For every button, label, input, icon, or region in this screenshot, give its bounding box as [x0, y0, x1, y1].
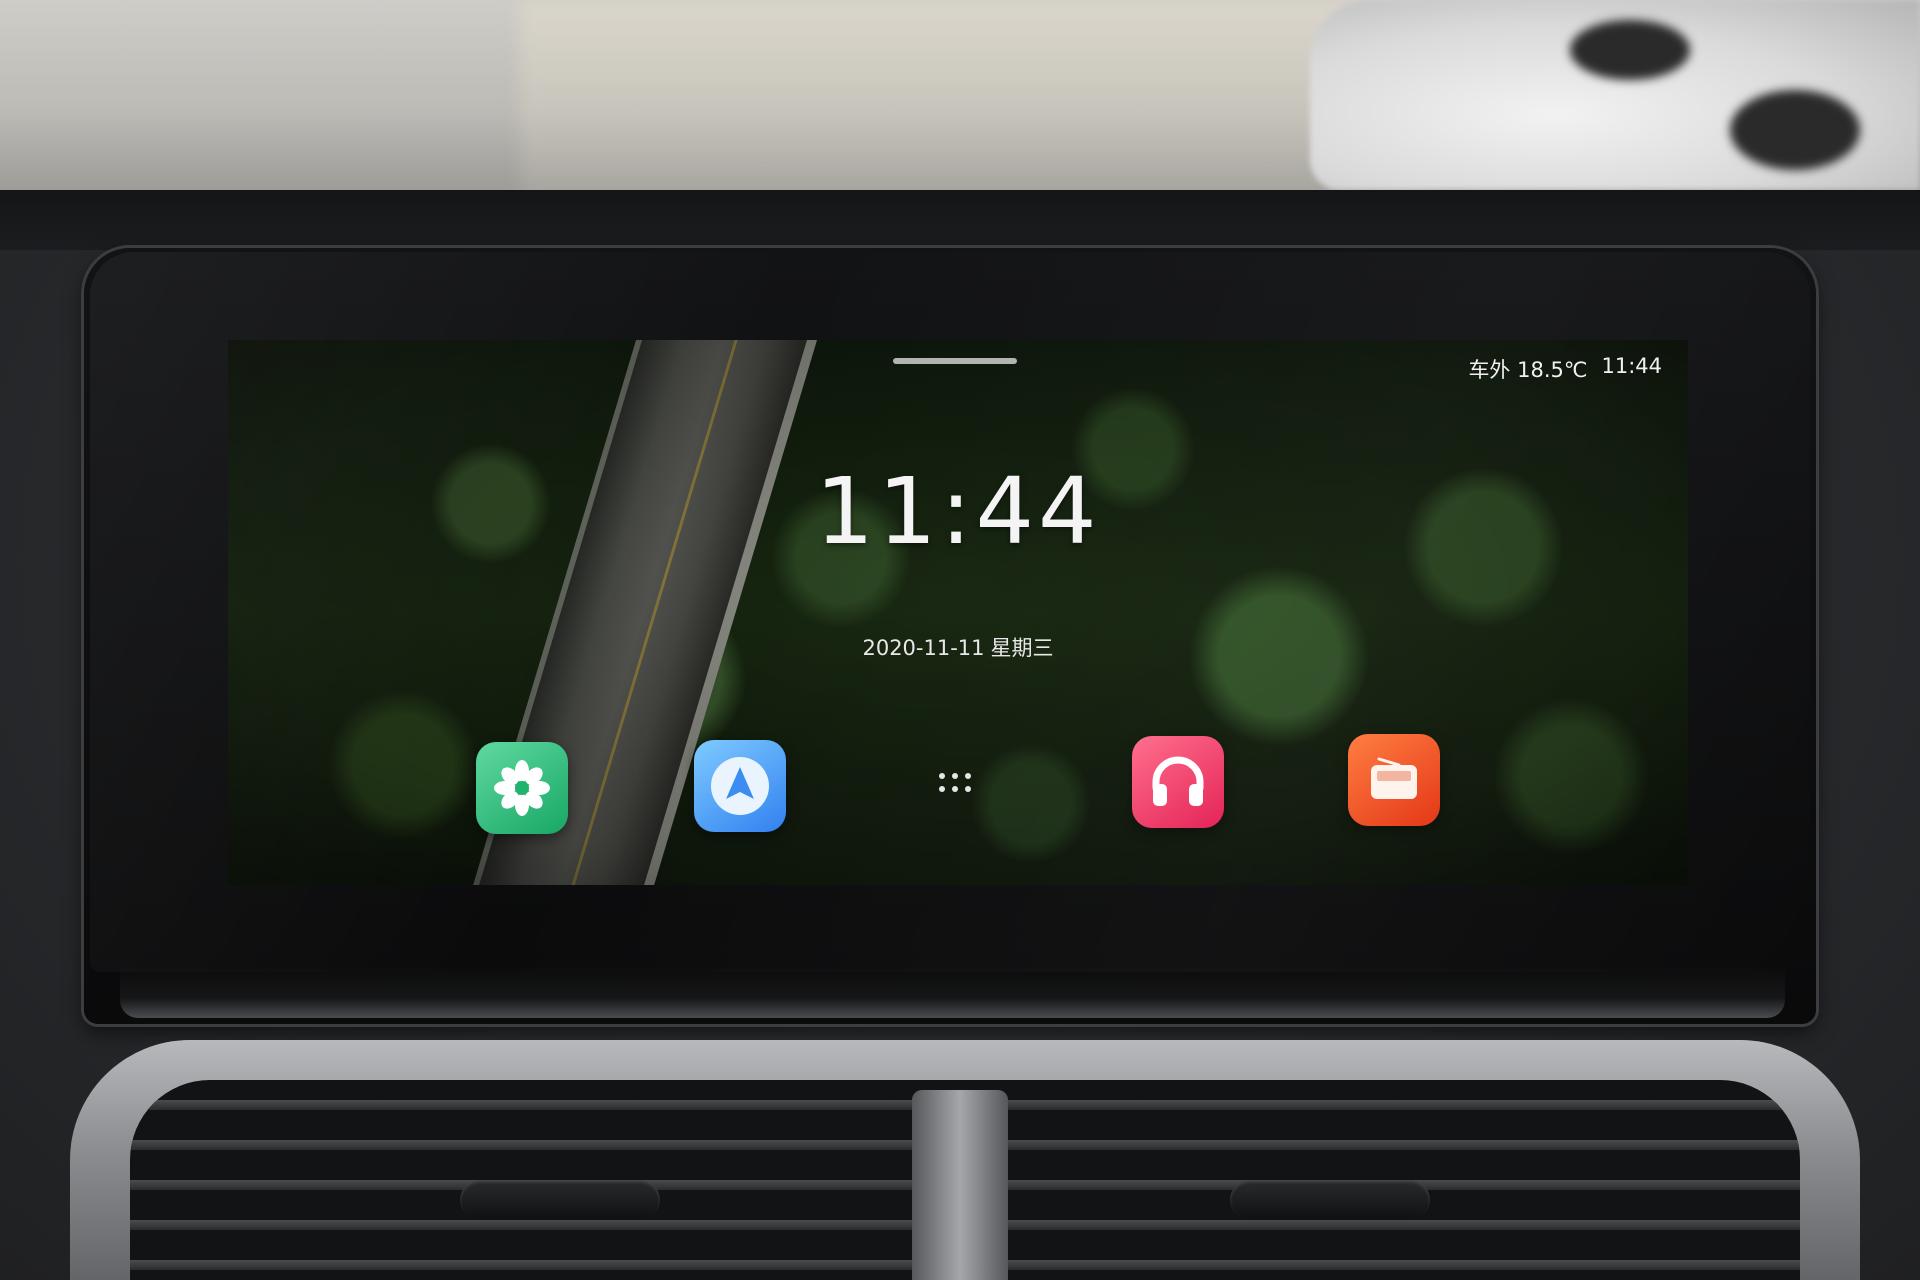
infotainment-display: 车外 18.5℃ 11:44 11:44 2020-11-11 星期三	[228, 340, 1688, 885]
navigation-arrow-icon	[711, 757, 769, 815]
wallpaper-shade	[228, 340, 1688, 885]
windshield-view	[0, 0, 1920, 200]
radio-app-button[interactable]	[1348, 734, 1440, 826]
screen-bezel-lip	[120, 968, 1785, 1018]
status-time: 11:44	[1601, 354, 1662, 378]
app-grid-button[interactable]	[935, 770, 975, 794]
weekday-text: 星期三	[990, 636, 1054, 660]
outside-temperature: 车外 18.5℃	[1468, 358, 1588, 382]
vent-adjust-knob-left[interactable]	[460, 1180, 660, 1220]
headphones-icon	[1152, 756, 1204, 806]
lock-date: 2020-11-11 星期三	[228, 632, 1688, 662]
music-app-button[interactable]	[1132, 736, 1224, 828]
settings-pinwheel-icon	[494, 760, 550, 816]
pull-down-handle[interactable]	[893, 358, 1017, 364]
windshield-road	[520, 0, 1420, 200]
lock-clock: 11:44	[815, 458, 1101, 565]
app-grid-icon	[939, 772, 945, 779]
date-text: 2020-11-11	[862, 636, 985, 660]
radio-icon	[1371, 757, 1417, 799]
windshield-car	[1310, 0, 1920, 190]
settings-app-button[interactable]	[476, 742, 568, 834]
navigation-app-button[interactable]	[694, 740, 786, 832]
status-bar: 车外 18.5℃ 11:44	[1468, 354, 1662, 384]
vent-adjust-knob-right[interactable]	[1230, 1180, 1430, 1220]
vent-divider	[912, 1090, 1008, 1280]
